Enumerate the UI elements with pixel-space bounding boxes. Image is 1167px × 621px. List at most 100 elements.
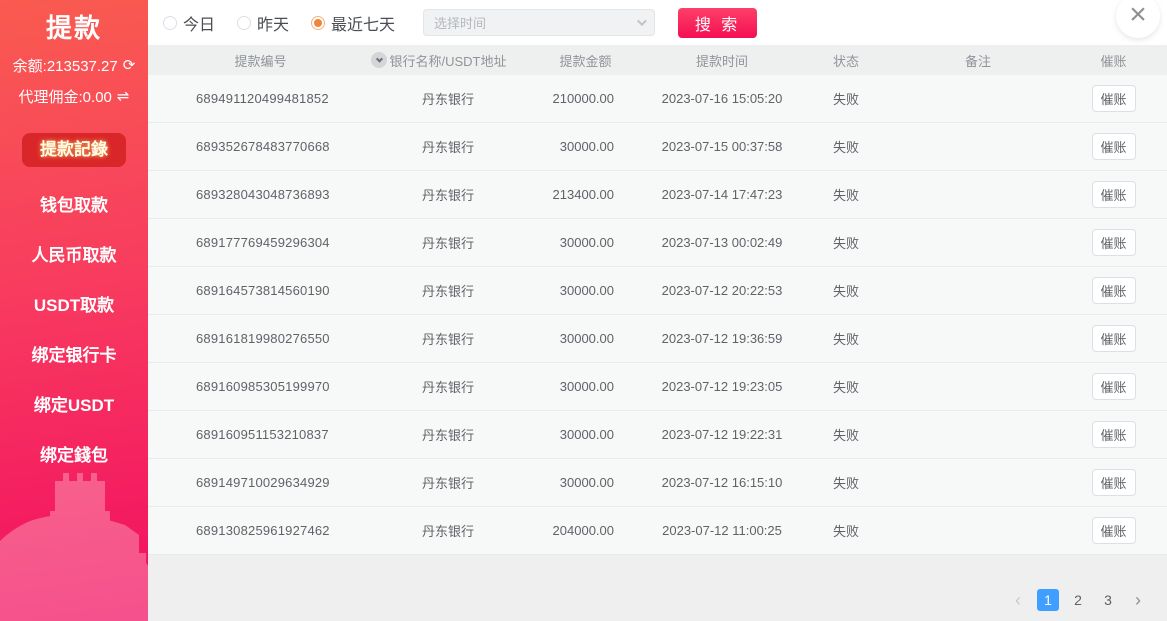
cell-bank: 丹东银行 [373,425,523,444]
close-button[interactable]: × [1116,0,1160,38]
cell-bank: 丹东银行 [373,281,523,300]
sidebar-item-withdraw-records[interactable]: 提款記錄 [22,133,126,167]
swap-icon[interactable]: ⇌ [117,89,130,104]
status-badge: 失败 [796,473,896,492]
status-badge: 失败 [796,233,896,252]
sidebar-item[interactable]: 钱包取款 [0,181,148,231]
cell-bank: 丹东银行 [373,521,523,540]
status-badge: 失败 [796,329,896,348]
radio-icon [311,16,325,30]
col-status: 状态 [796,51,896,70]
cell-time: 2023-07-15 00:37:58 [648,139,796,154]
sidebar-item[interactable]: 绑定錢包 [0,431,148,481]
date-radio-group: 今日 昨天 最近七天 [163,11,395,35]
urge-payment-button[interactable]: 催账 [1092,133,1136,160]
urge-payment-button[interactable]: 催账 [1092,229,1136,256]
col-action: 催账 [1060,51,1167,70]
next-page-button[interactable]: › [1127,589,1149,611]
sidebar-item[interactable]: 绑定银行卡 [0,331,148,381]
cell-time: 2023-07-12 16:15:10 [648,475,796,490]
commission-row: 代理佣金:0.00 ⇌ [0,86,148,107]
col-time: 提款时间 [648,51,796,70]
table-header: 提款编号 银行名称/USDT地址 提款金额 提款时间 状态 备注 催账 [148,45,1167,75]
prev-page-button[interactable]: ‹ [1007,589,1029,611]
status-badge: 失败 [796,137,896,156]
urge-payment-button[interactable]: 催账 [1092,277,1136,304]
status-badge: 失败 [796,89,896,108]
commission-label: 代理佣金:0.00 [19,86,112,107]
status-badge: 失败 [796,185,896,204]
radio-icon [163,16,177,30]
sidebar-item[interactable]: USDT取款 [0,281,148,331]
date-radio[interactable]: 昨天 [237,11,289,35]
table-row: 689160985305199970 丹东银行 30000.00 2023-07… [148,363,1167,411]
cell-time: 2023-07-12 19:36:59 [648,331,796,346]
status-badge: 失败 [796,281,896,300]
cell-amount: 210000.00 [523,91,648,106]
cell-withdraw-id: 689130825961927462 [148,523,373,538]
radio-label: 今日 [183,11,215,35]
sidebar: 提款 余额:213537.27 ⟳ 代理佣金:0.00 ⇌ 提款記錄 钱包取款人… [0,0,148,621]
status-badge: 失败 [796,377,896,396]
withdrawals-table: 提款编号 银行名称/USDT地址 提款金额 提款时间 状态 备注 催账 6894… [148,45,1167,555]
urge-payment-button[interactable]: 催账 [1092,469,1136,496]
close-icon: × [1129,0,1147,30]
cell-withdraw-id: 689328043048736893 [148,187,373,202]
page-button-3[interactable]: 3 [1097,589,1119,611]
table-row: 689328043048736893 丹东银行 213400.00 2023-0… [148,171,1167,219]
pagination: ‹ 123 › [1007,589,1149,611]
refresh-icon[interactable]: ⟳ [123,58,136,73]
cell-withdraw-id: 689352678483770668 [148,139,373,154]
urge-payment-button[interactable]: 催账 [1092,421,1136,448]
cell-bank: 丹东银行 [373,185,523,204]
cell-amount: 30000.00 [523,379,648,394]
col-remark: 备注 [896,51,1060,70]
urge-payment-button[interactable]: 催账 [1092,373,1136,400]
cell-withdraw-id: 689160951153210837 [148,427,373,442]
page-button-2[interactable]: 2 [1067,589,1089,611]
filter-toolbar: 今日 昨天 最近七天 选择时间 搜 索 × [148,0,1167,45]
pagination-pages: 123 [1037,589,1119,611]
cell-withdraw-id: 689177769459296304 [148,235,373,250]
col-amount: 提款金额 [523,51,648,70]
cell-amount: 30000.00 [523,427,648,442]
cell-time: 2023-07-12 20:22:53 [648,283,796,298]
date-radio[interactable]: 今日 [163,11,215,35]
sidebar-item[interactable]: 绑定USDT [0,381,148,431]
radio-label: 昨天 [257,11,289,35]
radio-icon [237,16,251,30]
table-row: 689352678483770668 丹东银行 30000.00 2023-07… [148,123,1167,171]
balance-row: 余额:213537.27 ⟳ [0,55,148,76]
cell-amount: 30000.00 [523,139,648,154]
cell-bank: 丹东银行 [373,377,523,396]
search-button[interactable]: 搜 索 [678,8,757,38]
cell-amount: 30000.00 [523,283,648,298]
sidebar-item[interactable]: 人民币取款 [0,231,148,281]
urge-payment-button[interactable]: 催账 [1092,325,1136,352]
urge-payment-button[interactable]: 催账 [1092,181,1136,208]
table-row: 689177769459296304 丹东银行 30000.00 2023-07… [148,219,1167,267]
urge-payment-button[interactable]: 催账 [1092,85,1136,112]
date-radio[interactable]: 最近七天 [311,11,395,35]
date-range-select[interactable]: 选择时间 [423,9,655,36]
page-title: 提款 [0,8,148,45]
cell-withdraw-id: 689491120499481852 [148,91,373,106]
col-withdraw-id: 提款编号 [148,51,373,70]
cell-bank: 丹东银行 [373,89,523,108]
cell-amount: 30000.00 [523,475,648,490]
table-row: 689149710029634929 丹东银行 30000.00 2023-07… [148,459,1167,507]
page-button-1[interactable]: 1 [1037,589,1059,611]
urge-payment-button[interactable]: 催账 [1092,517,1136,544]
cell-time: 2023-07-14 17:47:23 [648,187,796,202]
cell-amount: 30000.00 [523,331,648,346]
cell-amount: 30000.00 [523,235,648,250]
cell-bank: 丹东银行 [373,329,523,348]
chevron-down-icon [637,16,647,26]
status-badge: 失败 [796,425,896,444]
cell-bank: 丹东银行 [373,233,523,252]
cell-withdraw-id: 689161819980276550 [148,331,373,346]
status-badge: 失败 [796,521,896,540]
balance-label: 余额:213537.27 [13,55,118,76]
cell-bank: 丹东银行 [373,473,523,492]
cell-withdraw-id: 689149710029634929 [148,475,373,490]
